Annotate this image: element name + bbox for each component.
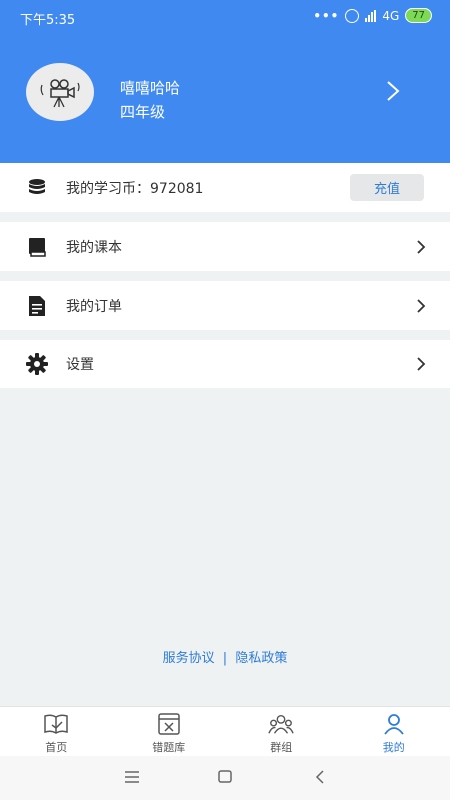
gear-icon (26, 353, 48, 375)
user-icon (381, 712, 407, 736)
signal-icon (365, 9, 377, 22)
chevron-right-icon (417, 239, 426, 254)
profile-card[interactable]: 嘻嘻哈哈 四年级 (0, 34, 450, 163)
tab-label: 首页 (45, 741, 68, 754)
tab-label: 群组 (270, 741, 293, 754)
tab-mine[interactable]: 我的 (338, 707, 450, 756)
chevron-right-icon[interactable] (386, 80, 400, 102)
back-icon[interactable] (313, 768, 327, 786)
menu-item-my-books[interactable]: 我的课本 (0, 222, 450, 271)
book-open-icon (43, 712, 69, 736)
menu-item-label: 我的课本 (66, 239, 122, 256)
service-agreement-link[interactable]: 服务协议 (163, 651, 215, 666)
menu-item-settings[interactable]: 设置 (0, 340, 450, 388)
chevron-right-icon (417, 298, 426, 313)
menu-item-my-orders[interactable]: 我的订单 (0, 281, 450, 330)
menu-icon[interactable] (124, 768, 140, 786)
recharge-button[interactable]: 充值 (350, 174, 424, 201)
bottom-tab-bar: 首页 错题库 群组 我的 (0, 706, 450, 756)
coins-icon (26, 177, 48, 199)
chevron-right-icon (417, 357, 426, 371)
tab-home[interactable]: 首页 (0, 707, 113, 756)
camera-icon (40, 79, 80, 108)
more-dots-icon: ••• (313, 8, 340, 23)
menu-item-label: 我的订单 (66, 298, 122, 315)
network-type: 4G (382, 8, 400, 23)
system-nav-bar (0, 756, 450, 800)
group-icon (268, 712, 294, 736)
privacy-policy-link[interactable]: 隐私政策 (235, 651, 287, 666)
study-coins-row: 我的学习币：972081 充值 (0, 163, 450, 212)
tab-groups[interactable]: 群组 (225, 707, 338, 756)
username: 嘻嘻哈哈 (120, 79, 181, 97)
status-time: 下午5:35 (20, 13, 76, 28)
avatar[interactable] (26, 63, 94, 121)
status-icons: ••• 4G 77 (313, 8, 432, 23)
battery-icon: 77 (405, 8, 432, 23)
tab-label: 我的 (382, 741, 405, 754)
error-box-icon (156, 712, 182, 736)
study-coins-label: 我的学习币：972081 (66, 180, 204, 197)
tab-mistakes[interactable]: 错题库 (113, 707, 226, 756)
alarm-icon (345, 8, 360, 23)
footer-links: 服务协议 | 隐私政策 (0, 647, 450, 666)
status-bar: 下午5:35 ••• 4G 77 (0, 0, 450, 34)
book-icon (26, 236, 48, 258)
tab-label: 错题库 (152, 741, 186, 754)
home-square-icon[interactable] (217, 768, 233, 786)
grade-label: 四年级 (120, 103, 166, 121)
profile-header: 下午5:35 ••• 4G 77 嘻嘻哈哈 四年级 (0, 0, 450, 163)
menu-item-label: 设置 (66, 357, 94, 373)
document-icon (26, 295, 48, 317)
footer-separator: | (222, 651, 228, 666)
